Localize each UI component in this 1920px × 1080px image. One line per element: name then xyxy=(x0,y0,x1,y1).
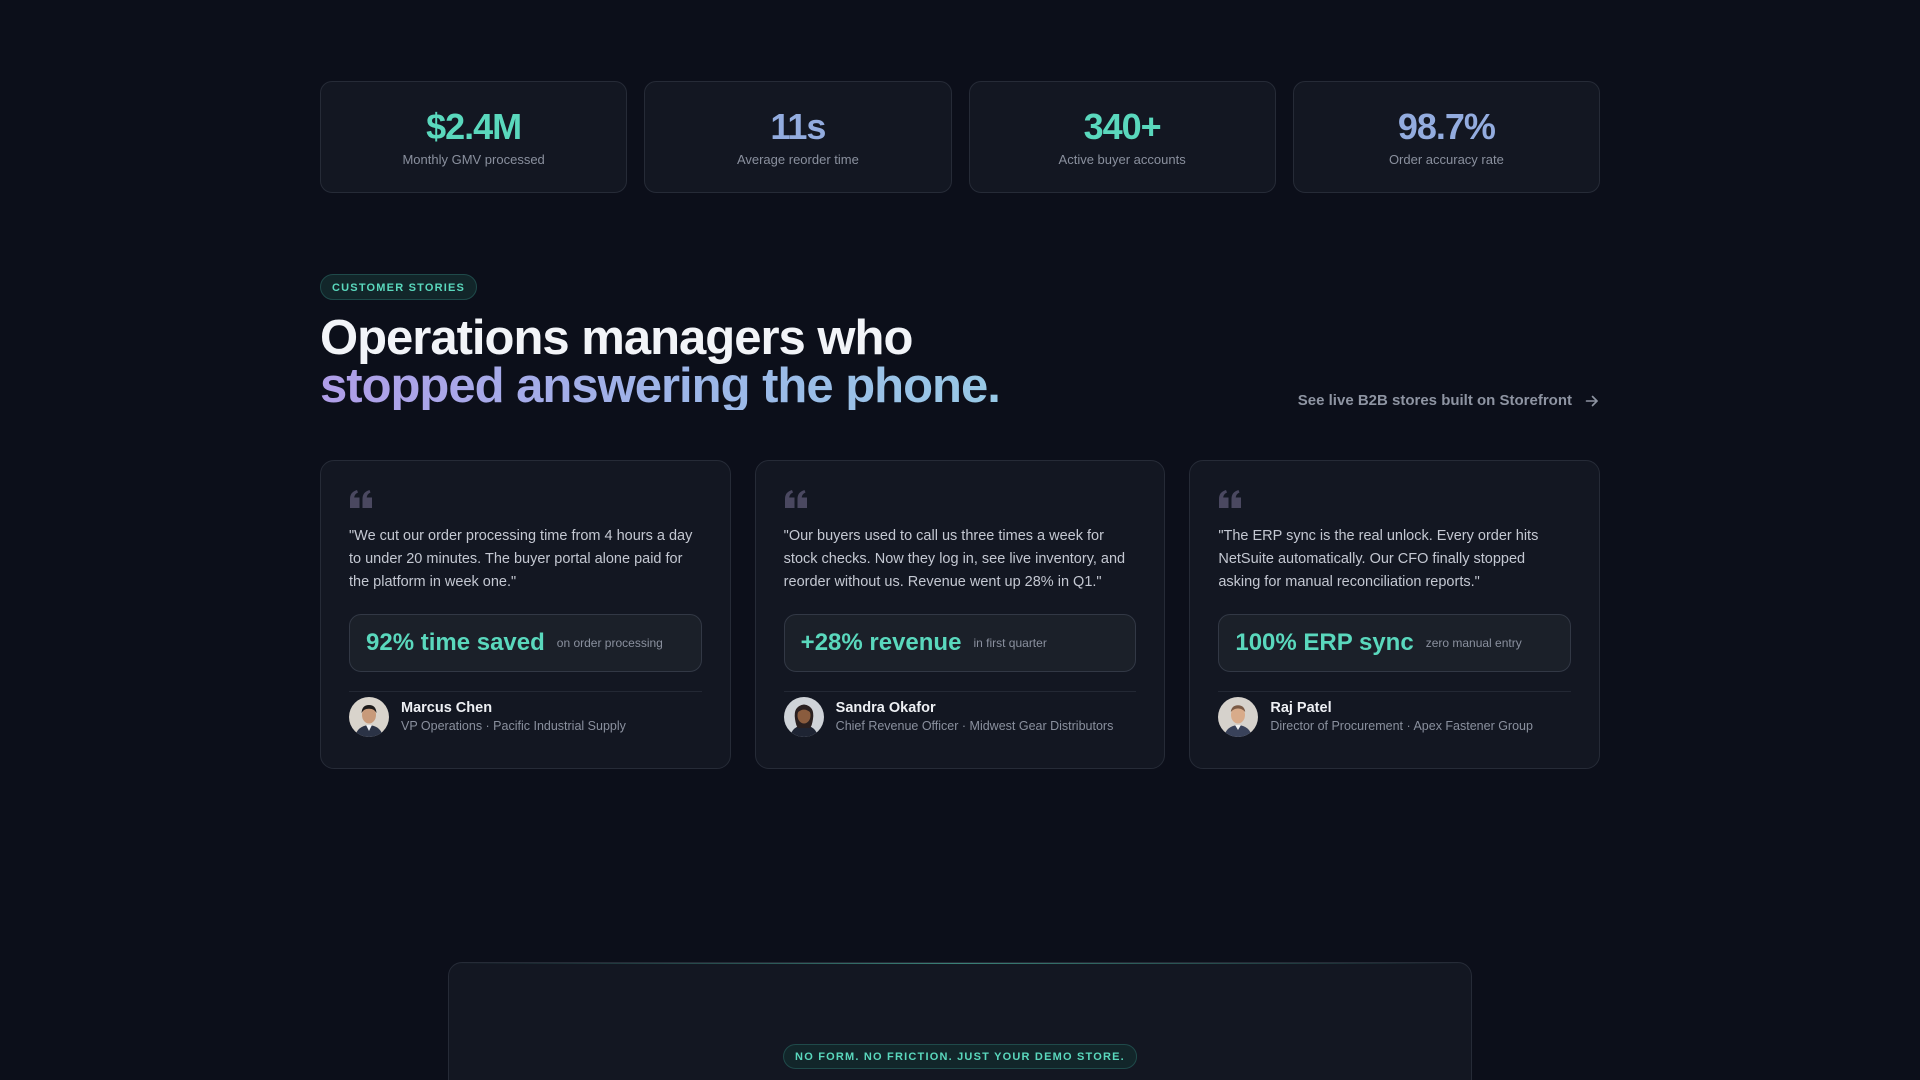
author-name: Sandra Okafor xyxy=(835,700,936,716)
metric-box: +28% revenue in first quarter xyxy=(783,614,1137,672)
divider xyxy=(1218,691,1572,692)
testimonial-card: "The ERP sync is the real unlock. Every … xyxy=(1189,460,1601,769)
quote-icon xyxy=(784,490,807,508)
metric-note: in first quarter xyxy=(973,636,1047,650)
metric-box: 100% ERP sync zero manual entry xyxy=(1218,614,1572,672)
stat-label: Active buyer accounts xyxy=(1058,152,1186,167)
stat-label: Monthly GMV processed xyxy=(402,152,545,167)
heading-line-2: stopped answering the phone. xyxy=(320,359,1001,413)
author-role: Chief Revenue Officer · Midwest Gear Dis… xyxy=(835,719,1114,733)
stat-card-reorder-time: 11s Average reorder time xyxy=(644,81,952,193)
section-heading: Operations managers who stopped answerin… xyxy=(320,311,1001,413)
arrow-right-icon xyxy=(1585,395,1598,406)
metric-box: 92% time saved on order processing xyxy=(349,614,702,672)
metric-value: +28% revenue xyxy=(800,629,962,656)
divider xyxy=(349,691,702,692)
see-live-stores-label: See live B2B stores built on Storefront xyxy=(1297,392,1572,409)
stat-value: 11s xyxy=(770,106,826,147)
author: Marcus Chen VP Operations · Pacific Indu… xyxy=(349,697,702,737)
quote-icon xyxy=(350,490,372,508)
author: Raj Patel Director of Procurement · Apex… xyxy=(1218,697,1571,737)
stat-value: 98.7% xyxy=(1397,106,1496,147)
testimonial-card: "Our buyers used to call us three times … xyxy=(754,460,1166,769)
avatar xyxy=(1218,697,1259,737)
stat-label: Average reorder time xyxy=(736,152,859,167)
metric-value: 100% ERP sync xyxy=(1235,629,1414,656)
author-role: VP Operations · Pacific Industrial Suppl… xyxy=(401,719,626,733)
stat-value: $2.4M xyxy=(426,106,522,147)
avatar xyxy=(349,697,389,737)
stat-card-gmv: $2.4M Monthly GMV processed xyxy=(320,81,628,193)
avatar xyxy=(783,697,824,737)
stat-card-buyer-accounts: 340+ Active buyer accounts xyxy=(968,81,1276,193)
cta-badge: NO FORM. NO FRICTION. JUST YOUR DEMO STO… xyxy=(783,1044,1137,1069)
author-role: Director of Procurement · Apex Fastener … xyxy=(1270,719,1533,733)
heading-line-1: Operations managers who xyxy=(320,311,913,365)
metric-value: 92% time saved xyxy=(366,629,545,656)
author: Sandra Okafor Chief Revenue Officer · Mi… xyxy=(783,697,1137,737)
stats-row: $2.4M Monthly GMV processed 11s Average … xyxy=(320,81,1600,193)
author-name: Raj Patel xyxy=(1270,700,1332,716)
stat-value: 340+ xyxy=(1083,106,1162,147)
page: $2.4M Monthly GMV processed 11s Average … xyxy=(0,0,1920,1080)
section-badge: CUSTOMER STORIES xyxy=(320,274,478,300)
testimonial-quote: "Our buyers used to call us three times … xyxy=(783,528,1126,590)
divider xyxy=(783,691,1137,692)
testimonial-card: "We cut our order processing time from 4… xyxy=(320,460,731,769)
testimonials-row: "We cut our order processing time from 4… xyxy=(320,460,1601,769)
author-name: Marcus Chen xyxy=(401,700,493,716)
metric-note: on order processing xyxy=(556,636,663,650)
see-live-stores-link[interactable]: See live B2B stores built on Storefront xyxy=(1298,392,1600,409)
testimonial-quote: "The ERP sync is the real unlock. Every … xyxy=(1218,528,1539,590)
testimonial-quote: "We cut our order processing time from 4… xyxy=(349,528,693,590)
stat-card-order-accuracy: 98.7% Order accuracy rate xyxy=(1292,81,1600,193)
stat-label: Order accuracy rate xyxy=(1388,152,1504,167)
quote-icon xyxy=(1219,490,1242,508)
metric-note: zero manual entry xyxy=(1425,636,1522,650)
demo-cta-panel: NO FORM. NO FRICTION. JUST YOUR DEMO STO… xyxy=(448,962,1472,1080)
